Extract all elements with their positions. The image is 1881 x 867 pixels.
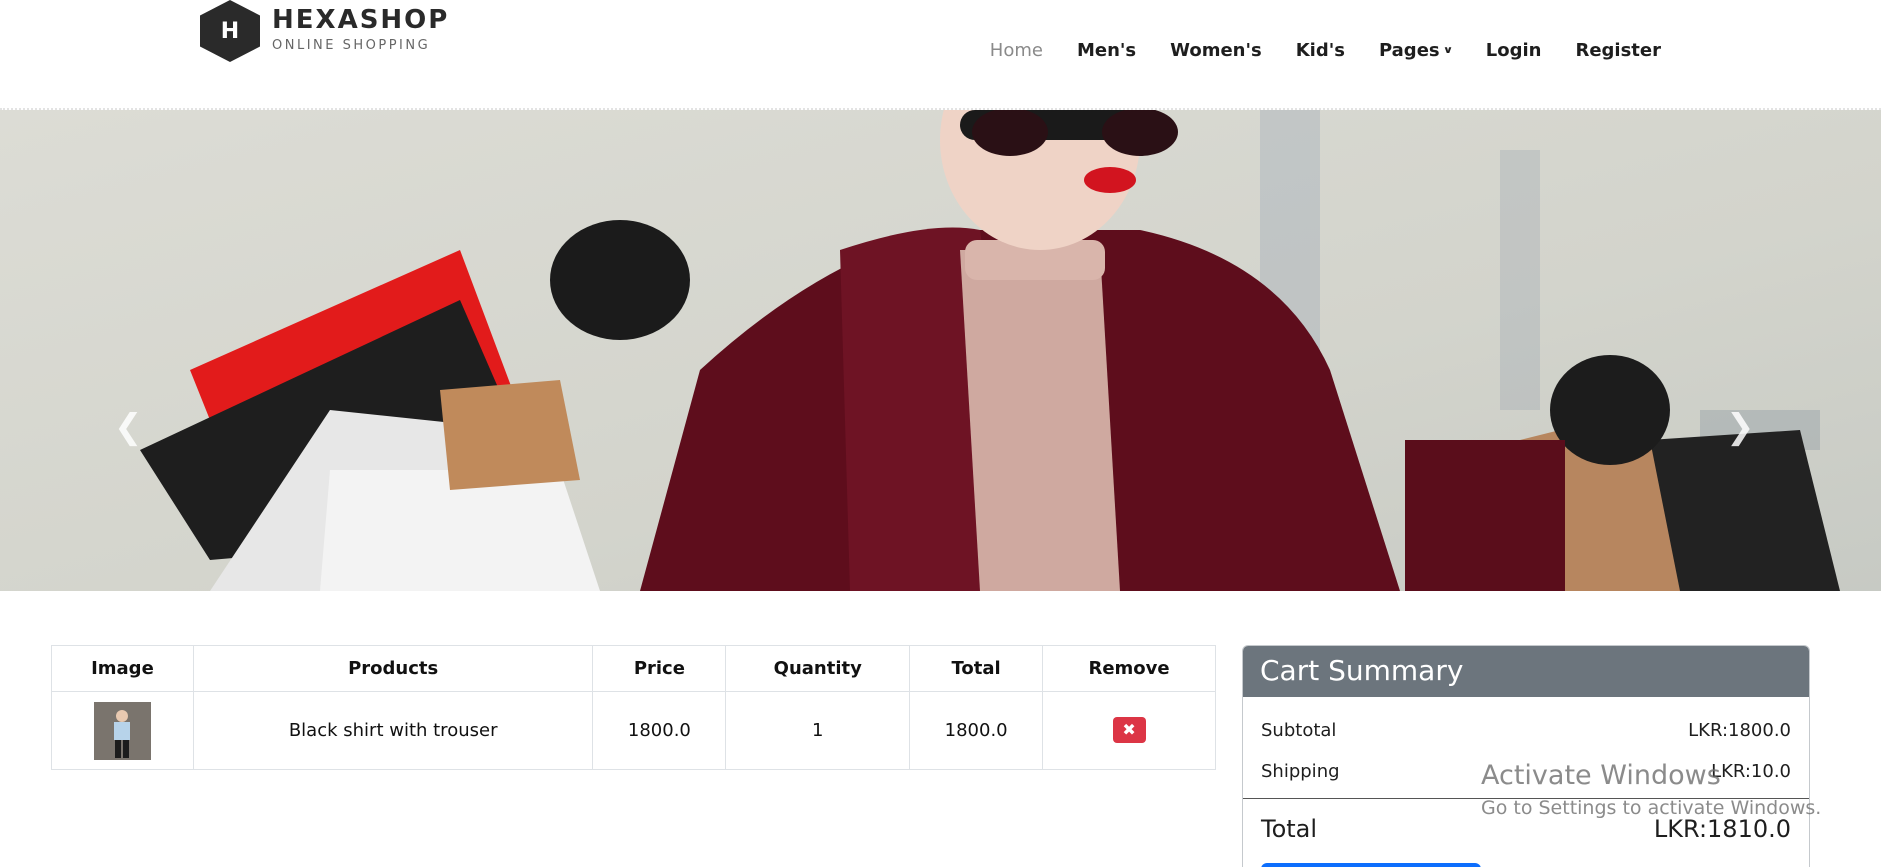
logo-text: HEXASHOP ONLINE SHOPPING — [272, 6, 449, 53]
col-products: Products — [192, 645, 594, 692]
cart-table: Image Products Price Quantity Total Remo… — [51, 645, 1216, 770]
nav-pages-label: Pages — [1378, 40, 1440, 61]
windows-activation-watermark: Activate Windows Go to Settings to activ… — [1481, 760, 1821, 819]
hero-next-arrow-icon[interactable]: ❯ — [1726, 410, 1755, 444]
total-label: Total — [1261, 815, 1318, 843]
nav-login[interactable]: Login — [1486, 40, 1542, 61]
chevron-down-icon: ∨ — [1442, 45, 1453, 56]
product-image-cell — [51, 691, 194, 770]
subtotal-value: LKR:1800.0 — [1688, 720, 1791, 741]
cart-summary-title: Cart Summary — [1243, 646, 1809, 697]
nav-home[interactable]: Home — [990, 40, 1043, 61]
remove-cell: ✖ — [1042, 691, 1216, 770]
hero-prev-arrow-icon[interactable]: ❮ — [114, 410, 143, 444]
checkout-button[interactable] — [1261, 863, 1481, 867]
total-value: LKR:1810.0 — [1653, 815, 1791, 843]
main-nav: Home Men's Women's Kid's Pages ∨ Login R… — [990, 40, 1661, 61]
col-remove: Remove — [1042, 645, 1216, 692]
shipping-label: Shipping — [1261, 761, 1340, 782]
nav-mens[interactable]: Men's — [1077, 40, 1136, 61]
watermark-subtitle: Go to Settings to activate Windows. — [1481, 797, 1822, 819]
nav-womens[interactable]: Women's — [1170, 40, 1262, 61]
total-row: Total LKR:1810.0 — [1243, 815, 1809, 843]
hero-banner: ❮ ❯ — [0, 110, 1881, 591]
nav-kids[interactable]: Kid's — [1296, 40, 1345, 61]
close-icon: ✖ — [1122, 719, 1136, 739]
brand-subtitle: ONLINE SHOPPING — [272, 38, 431, 53]
cart-summary: Cart Summary Subtotal LKR:1800.0 Shippin… — [1242, 645, 1810, 867]
nav-pages[interactable]: Pages ∨ — [1378, 40, 1453, 61]
subtotal-label: Subtotal — [1261, 720, 1337, 741]
remove-button[interactable]: ✖ — [1112, 716, 1146, 743]
product-photo — [93, 701, 151, 760]
logo-hexagon-icon: H — [200, 0, 260, 62]
watermark-title: Activate Windows — [1481, 760, 1721, 791]
subtotal-row: Subtotal LKR:1800.0 — [1243, 720, 1809, 741]
product-total: 1800.0 — [909, 691, 1044, 770]
col-quantity: Quantity — [725, 645, 911, 692]
site-header: H HEXASHOP ONLINE SHOPPING Home Men's Wo… — [0, 0, 1881, 110]
col-total: Total — [909, 645, 1044, 692]
col-image: Image — [51, 645, 194, 692]
cart-table-header: Image Products Price Quantity Total Remo… — [51, 645, 1216, 692]
brand-title: HEXASHOP — [272, 5, 450, 35]
logo-letter: H — [220, 18, 240, 44]
product-name[interactable]: Black shirt with trouser — [192, 691, 594, 770]
product-thumbnail[interactable] — [93, 701, 151, 760]
table-row: Black shirt with trouser 1800.0 1 1800.0… — [51, 691, 1216, 770]
hero-image — [0, 110, 1881, 591]
product-price: 1800.0 — [592, 691, 727, 770]
product-quantity: 1 — [725, 691, 911, 770]
nav-register[interactable]: Register — [1575, 40, 1661, 61]
brand-logo[interactable]: H HEXASHOP ONLINE SHOPPING — [200, 0, 449, 62]
col-price: Price — [592, 645, 727, 692]
